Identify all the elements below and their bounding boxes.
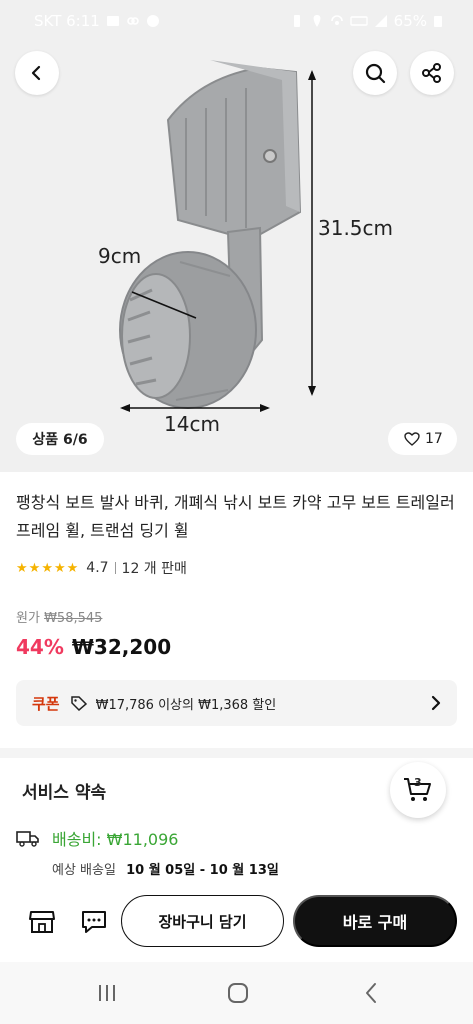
- chevron-left-icon: [31, 65, 41, 81]
- buy-now-button[interactable]: 바로 구매: [293, 895, 457, 947]
- delivery-dates: 10 월 05일 - 10 월 13일: [126, 863, 279, 878]
- coupon-banner[interactable]: 쿠폰 ₩17,786 이상의 ₩1,368 할인: [16, 680, 457, 726]
- shipping-row: 배송비: ₩11,096: [16, 826, 178, 850]
- back-nav-button[interactable]: [358, 980, 384, 1006]
- message-icon: [82, 911, 106, 933]
- battery-icon: [434, 16, 442, 27]
- star-icon: ★: [53, 560, 66, 576]
- back-arrow-icon: [366, 983, 376, 1003]
- store-icon: [29, 911, 55, 933]
- home-button[interactable]: [225, 980, 251, 1006]
- store-button[interactable]: [24, 904, 60, 940]
- original-price-value: ₩58,545: [44, 611, 103, 626]
- coupon-text: ₩17,786 이상의 ₩1,368 할인: [95, 697, 277, 713]
- sold-count: 12 개 판매: [121, 561, 187, 577]
- like-button[interactable]: 17: [388, 423, 457, 455]
- status-time: SKT 6:11: [34, 12, 100, 30]
- image-icon: [106, 16, 119, 26]
- volte-icon: [349, 16, 368, 26]
- back-button[interactable]: [15, 51, 59, 95]
- signal-icon: [374, 15, 387, 27]
- delivery-label: 예상 배송일: [52, 863, 116, 878]
- like-count: 17: [425, 431, 443, 447]
- product-image: [119, 60, 316, 412]
- home-icon: [228, 983, 248, 1003]
- divider: [114, 562, 116, 574]
- rating-value: 4.7: [86, 560, 109, 576]
- star-icon: ★: [16, 560, 28, 576]
- search-icon: [365, 63, 386, 84]
- chat-icon: [146, 15, 159, 27]
- floating-cart-button[interactable]: 3: [390, 762, 446, 818]
- coupon-label: 쿠폰: [32, 694, 60, 713]
- product-image-gallery[interactable]: 9cm 31.5cm 14cm SKT 6:11 65% 상품 6/6 17: [0, 0, 473, 472]
- product-title: 팽창식 보트 발사 바퀴, 개폐식 낚시 보트 카약 고무 보트 트레일러 프레…: [16, 493, 455, 540]
- rating-stars: ★ ★ ★ ★ ★: [16, 561, 78, 576]
- sale-price: ₩32,200: [71, 635, 172, 659]
- rating-row[interactable]: ★ ★ ★ ★ ★ 4.7 12 개 판매: [16, 557, 187, 579]
- star-icon: ★: [28, 560, 41, 576]
- dimension-height-label: 31.5cm: [318, 216, 394, 240]
- chat-button[interactable]: [76, 904, 112, 940]
- hotspot-icon: [330, 15, 343, 25]
- location-icon: [313, 15, 321, 27]
- add-to-cart-button[interactable]: 장바구니 담기: [121, 895, 284, 947]
- original-price: 원가 ₩58,545: [16, 607, 102, 626]
- delivery-estimate: 예상 배송일 10 월 05일 - 10 월 13일: [52, 859, 279, 878]
- search-button[interactable]: [353, 51, 397, 95]
- heart-icon: [404, 432, 420, 446]
- share-button[interactable]: [410, 51, 454, 95]
- discount-percent: 44%: [16, 635, 64, 659]
- system-navigation-bar: [0, 962, 473, 1024]
- dimension-length-label: 14cm: [164, 412, 220, 436]
- star-half-icon: ★: [66, 560, 79, 576]
- status-bar: SKT 6:11 65%: [0, 0, 473, 44]
- section-divider: [0, 748, 473, 758]
- link-icon: [127, 17, 139, 25]
- battery-saver-icon: [293, 15, 300, 27]
- battery-percent: 65%: [393, 12, 427, 30]
- chevron-right-icon: [431, 695, 441, 711]
- image-counter-label: 상품 6/6: [32, 432, 88, 448]
- star-icon: ★: [41, 560, 53, 576]
- price-row: 44% ₩32,200: [16, 635, 171, 659]
- shipping-fee: 배송비: ₩11,096: [52, 830, 179, 849]
- original-price-label: 원가: [16, 611, 40, 626]
- cart-count: 3: [414, 776, 422, 789]
- share-icon: [422, 63, 441, 83]
- image-counter: 상품 6/6: [16, 423, 104, 455]
- recent-apps-icon: [99, 985, 115, 1001]
- dimension-width-label: 9cm: [98, 244, 142, 268]
- bottom-action-bar: 장바구니 담기 바로 구매: [0, 882, 473, 962]
- recent-apps-button[interactable]: [94, 980, 120, 1006]
- service-title: 서비스 약속: [22, 783, 107, 803]
- truck-icon: [16, 831, 39, 847]
- tag-icon: [70, 696, 87, 711]
